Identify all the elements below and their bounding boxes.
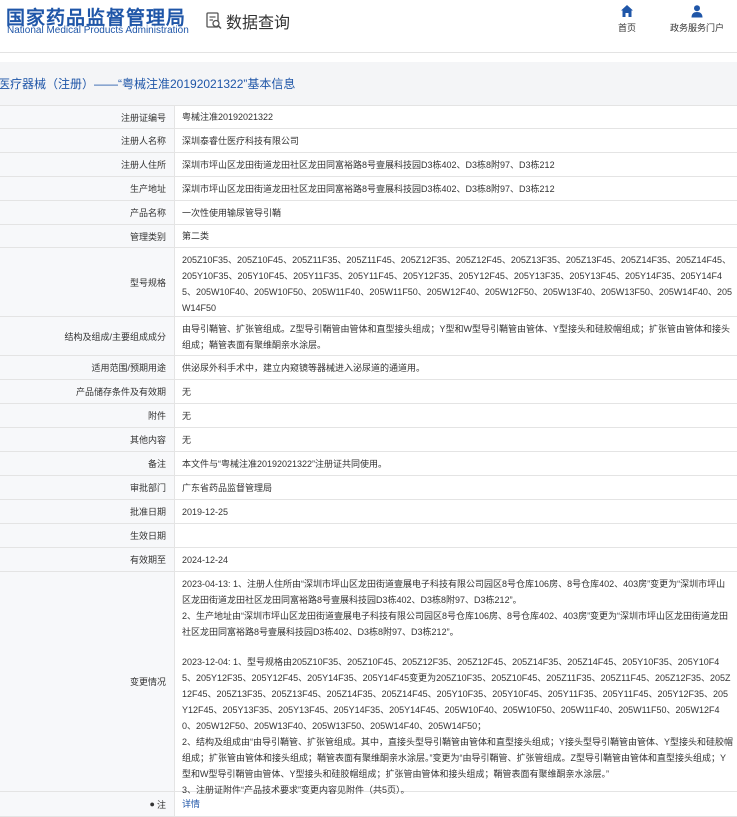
field-label: 注册人名称 bbox=[0, 129, 175, 152]
data-query[interactable]: 数据查询 bbox=[206, 9, 290, 33]
field-value bbox=[175, 524, 737, 547]
field-value: 一次性使用输尿管导引鞘 bbox=[182, 207, 282, 218]
field-label: 生产地址 bbox=[0, 177, 175, 200]
field-value: 广东省药品监督管理局 bbox=[182, 482, 273, 493]
user-icon bbox=[691, 5, 703, 18]
field-label: 其他内容 bbox=[0, 428, 175, 451]
field-label: 适用范围/预期用途 bbox=[0, 356, 175, 379]
field-value: 粤械注准20192021322 bbox=[182, 112, 274, 122]
table-row: 管理类别 第二类 bbox=[0, 225, 737, 248]
table-row: 生效日期 bbox=[0, 524, 737, 548]
table-row: 产品储存条件及有效期 无 bbox=[0, 380, 737, 404]
field-value: 深圳市坪山区龙田街道龙田社区龙田同富裕路8号壹展科技园D3栋402、D3栋8附9… bbox=[182, 183, 555, 194]
field-label: 生效日期 bbox=[0, 524, 175, 547]
change-entry: 2023-04-13: 1、注册人住所由“深圳市坪山区龙田街道壹展电子科技有限公… bbox=[182, 579, 726, 605]
nav-home[interactable]: 首页 bbox=[618, 4, 636, 34]
field-value: 205Z10F35、205Z10F45、205Z11F35、205Z11F45、… bbox=[182, 255, 732, 313]
table-row: 批准日期 2019-12-25 bbox=[0, 500, 737, 524]
field-value: 2019-12-25 bbox=[182, 506, 229, 517]
field-label: 变更情况 bbox=[0, 572, 175, 791]
nav-home-label: 首页 bbox=[618, 23, 637, 33]
document-search-icon bbox=[206, 12, 222, 30]
field-value: 详情 bbox=[175, 792, 737, 816]
field-value: 本文件与“粤械注准20192021322”注册证共同使用。 bbox=[182, 458, 388, 469]
field-value: 第二类 bbox=[182, 231, 210, 241]
data-query-label: 数据查询 bbox=[226, 15, 291, 32]
bell-icon: ● bbox=[149, 799, 155, 809]
field-value: 深圳市坪山区龙田街道龙田社区龙田同富裕路8号壹展科技园D3栋402、D3栋8附9… bbox=[182, 159, 555, 170]
page-title: 医疗器械（注册）——“粤械注准20192021322”基本信息 bbox=[0, 77, 296, 91]
table-row: 备注 本文件与“粤械注准20192021322”注册证共同使用。 bbox=[0, 452, 737, 476]
table-row: 有效期至 2024-12-24 bbox=[0, 548, 737, 572]
table-row: 型号规格 205Z10F35、205Z10F45、205Z11F35、205Z1… bbox=[0, 248, 737, 317]
site-logo-en[interactable]: National Medical Products Administration bbox=[7, 25, 189, 36]
table-row: 变更情况 2023-04-13: 1、注册人住所由“深圳市坪山区龙田街道壹展电子… bbox=[0, 572, 737, 795]
change-history: 2023-04-13: 1、注册人住所由“深圳市坪山区龙田街道壹展电子科技有限公… bbox=[175, 572, 737, 795]
field-label: 审批部门 bbox=[0, 476, 175, 499]
table-row: ● 注 详情 bbox=[0, 792, 737, 817]
site-header: 国家药品监督管理局 National Medical Products Admi… bbox=[0, 0, 737, 53]
field-label: 附件 bbox=[0, 404, 175, 427]
home-icon bbox=[621, 5, 633, 17]
field-value: 供泌尿外科手术中，建立内窥镜等器械进入泌尿道的通道用。 bbox=[182, 362, 426, 373]
field-value: 无 bbox=[182, 434, 192, 445]
table-row: 适用范围/预期用途 供泌尿外科手术中，建立内窥镜等器械进入泌尿道的通道用。 bbox=[0, 356, 737, 380]
field-label: 批准日期 bbox=[0, 500, 175, 523]
note-label: 注 bbox=[156, 799, 166, 810]
table-row: 附件 无 bbox=[0, 404, 737, 428]
table-row: 其他内容 无 bbox=[0, 428, 737, 452]
field-label: 备注 bbox=[0, 452, 175, 475]
nav-gov-portal-label: 政务服务门户 bbox=[670, 23, 725, 33]
field-label: 结构及组成/主要组成成分 bbox=[0, 317, 175, 355]
field-value: 深圳泰睿仕医疗科技有限公司 bbox=[182, 135, 300, 146]
table-row: 审批部门 广东省药品监督管理局 bbox=[0, 476, 737, 500]
field-label: 注册证编号 bbox=[0, 106, 175, 128]
table-row: 产品名称 一次性使用输尿管导引鞘 bbox=[0, 201, 737, 225]
nav-gov-portal[interactable]: 政务服务门户 bbox=[670, 4, 724, 34]
field-label: 产品储存条件及有效期 bbox=[0, 380, 175, 403]
table-row: 注册人住所 深圳市坪山区龙田街道龙田社区龙田同富裕路8号壹展科技园D3栋402、… bbox=[0, 153, 737, 177]
detail-table: 注册证编号 粤械注准20192021322 注册人名称 深圳泰睿仕医疗科技有限公… bbox=[0, 105, 737, 817]
table-row: 生产地址 深圳市坪山区龙田街道龙田社区龙田同富裕路8号壹展科技园D3栋402、D… bbox=[0, 177, 737, 201]
change-entry: 2023-12-04: 1、型号规格由205Z10F35、205Z10F45、2… bbox=[182, 657, 731, 731]
field-value: 由导引鞘管、扩张管组成。Z型导引鞘管由管体和直型接头组成；Y型和W型导引鞘管由管… bbox=[182, 324, 731, 350]
field-label: 管理类别 bbox=[0, 225, 175, 247]
field-value: 无 bbox=[182, 410, 192, 421]
field-label: 有效期至 bbox=[0, 548, 175, 571]
field-value: 2024-12-24 bbox=[182, 554, 229, 565]
field-label: 型号规格 bbox=[0, 248, 175, 316]
details-link[interactable]: 详情 bbox=[182, 796, 200, 812]
change-entry: 2、结构及组成由“由导引鞘管、扩张管组成。其中，直接头型导引鞘管由管体和直型接头… bbox=[182, 737, 734, 779]
field-value: 无 bbox=[182, 386, 192, 397]
field-label: 产品名称 bbox=[0, 201, 175, 224]
change-spacer bbox=[182, 640, 733, 654]
table-row: 注册人名称 深圳泰睿仕医疗科技有限公司 bbox=[0, 129, 737, 153]
table-row: 结构及组成/主要组成成分 由导引鞘管、扩张管组成。Z型导引鞘管由管体和直型接头组… bbox=[0, 317, 737, 356]
change-entry: 2、生产地址由“深圳市坪山区龙田街道壹展电子科技有限公司园区8号仓库106房、8… bbox=[182, 611, 729, 637]
field-label: ● 注 bbox=[0, 792, 175, 816]
table-row: 注册证编号 粤械注准20192021322 bbox=[0, 106, 737, 129]
field-label: 注册人住所 bbox=[0, 153, 175, 176]
